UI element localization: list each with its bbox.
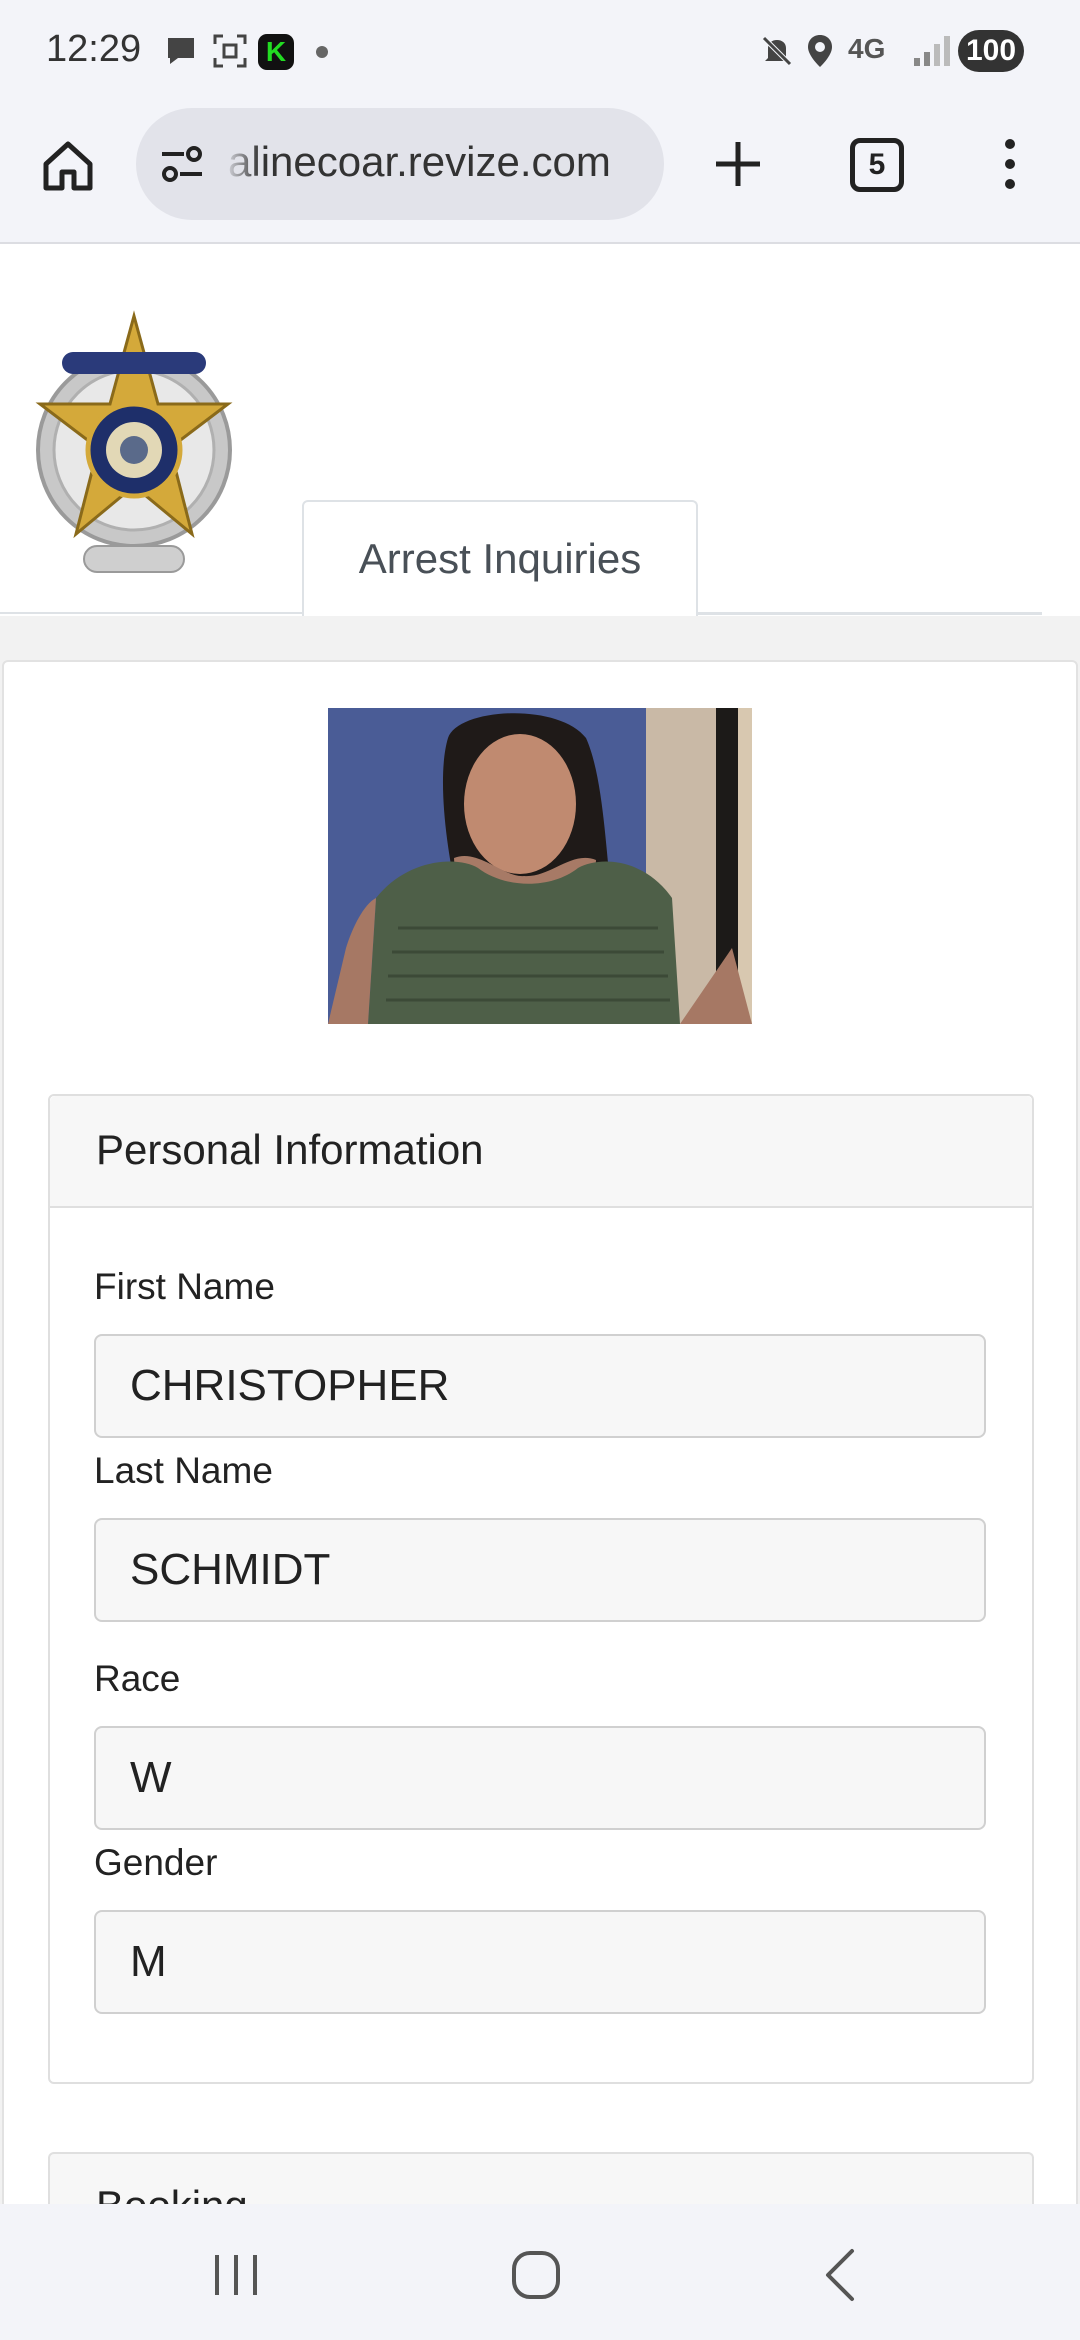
menu-dot-icon: [1005, 179, 1015, 189]
site-header: Arrest Inquiries: [0, 246, 1080, 616]
gender-label: Gender: [94, 1842, 218, 1883]
url-fade: [224, 128, 260, 198]
race-label: Race: [94, 1658, 181, 1699]
first-name-label: First Name: [94, 1266, 275, 1307]
tab-border-left: [0, 612, 302, 614]
tab-border-right: [698, 612, 1042, 615]
home-circle-icon: [512, 2251, 560, 2299]
menu-dot-icon: [1005, 139, 1015, 149]
gender-field[interactable]: M: [94, 1910, 986, 2014]
home-icon: [43, 141, 93, 191]
browser-toolbar: alinecoar.revize.com 5: [0, 104, 1080, 244]
back-chevron-icon: [826, 2249, 854, 2301]
last-name-field[interactable]: SCHMIDT: [94, 1518, 986, 1622]
home-button[interactable]: [36, 134, 100, 198]
tab-switcher-button[interactable]: 5: [850, 138, 904, 192]
back-nav-button[interactable]: [800, 2240, 880, 2310]
app-k-icon: K: [258, 34, 294, 70]
notification-dot-icon: [316, 46, 328, 58]
plus-icon: [716, 142, 760, 186]
race-field[interactable]: W: [94, 1726, 986, 1830]
status-bar: 12:29 K 4G 100: [0, 0, 1080, 104]
sheriff-badge-logo: [35, 310, 233, 573]
address-bar[interactable]: alinecoar.revize.com: [136, 108, 664, 220]
home-nav-button[interactable]: [496, 2240, 576, 2310]
more-menu-button[interactable]: [990, 134, 1030, 194]
new-tab-button[interactable]: [708, 134, 768, 194]
menu-dot-icon: [1005, 159, 1015, 169]
panel-title: Personal Information: [96, 1126, 484, 1173]
location-icon: [806, 32, 834, 70]
url-text[interactable]: alinecoar.revize.com: [228, 138, 611, 186]
system-nav-bar: [0, 2204, 1080, 2340]
first-name-field[interactable]: CHRISTOPHER: [94, 1334, 986, 1438]
chat-bubble-icon: [164, 32, 198, 70]
inmate-photo: [328, 708, 752, 1024]
panel-header: Personal Information: [50, 1096, 1032, 1208]
tab-arrest-inquiries[interactable]: Arrest Inquiries: [302, 500, 698, 616]
signal-icon: [912, 32, 952, 70]
screenshot-icon: [212, 32, 248, 70]
recents-icon: [215, 2255, 257, 2295]
last-name-label: Last Name: [94, 1450, 273, 1491]
mute-icon: [760, 32, 794, 70]
battery-indicator: 100: [958, 30, 1024, 72]
network-type-label: 4G: [848, 33, 886, 64]
site-settings-icon[interactable]: [158, 142, 206, 186]
recent-apps-button[interactable]: [196, 2240, 276, 2310]
status-time: 12:29: [46, 28, 142, 70]
